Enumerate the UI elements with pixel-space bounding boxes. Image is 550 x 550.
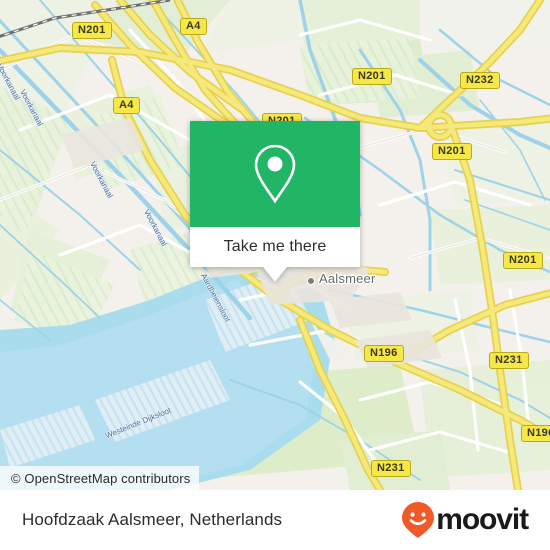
- callout-icon-panel: [190, 121, 360, 227]
- road-shield: A4: [180, 18, 207, 35]
- road-shield: N231: [371, 460, 411, 477]
- callout-tail: [263, 267, 287, 282]
- road-shield: A4: [113, 97, 140, 114]
- take-me-there-label: Take me there: [223, 238, 327, 255]
- road-shield: N232: [460, 72, 500, 89]
- callout-cta-panel[interactable]: Take me there: [190, 227, 360, 267]
- city-marker-dot: [307, 277, 315, 285]
- road-shield: N196: [521, 425, 550, 442]
- map-viewport[interactable]: Aalsmeer Voorkanaal Voorkanaal Voorkanaa…: [0, 0, 550, 490]
- road-shield: N196: [364, 345, 404, 362]
- moovit-wordmark: moovit: [436, 503, 529, 536]
- road-shield: N201: [352, 68, 392, 85]
- place-title: Hoofdzaak Aalsmeer, Netherlands: [22, 510, 283, 529]
- road-shield: N201: [503, 252, 543, 269]
- osm-attribution-text: © OpenStreetMap contributors: [11, 470, 191, 486]
- map-page: Aalsmeer Voorkanaal Voorkanaal Voorkanaa…: [0, 0, 550, 550]
- location-callout[interactable]: Take me there: [190, 121, 360, 282]
- road-shield: N231: [489, 352, 529, 369]
- road-shield: N201: [72, 22, 112, 39]
- moovit-pin-smiley-icon: [402, 502, 435, 538]
- page-footer: Hoofdzaak Aalsmeer, Netherlands moovit: [0, 490, 550, 550]
- moovit-logo[interactable]: moovit: [401, 501, 529, 539]
- map-pin-icon: [254, 144, 296, 204]
- osm-attribution[interactable]: © OpenStreetMap contributors: [0, 466, 200, 490]
- road-shield: N201: [432, 143, 472, 160]
